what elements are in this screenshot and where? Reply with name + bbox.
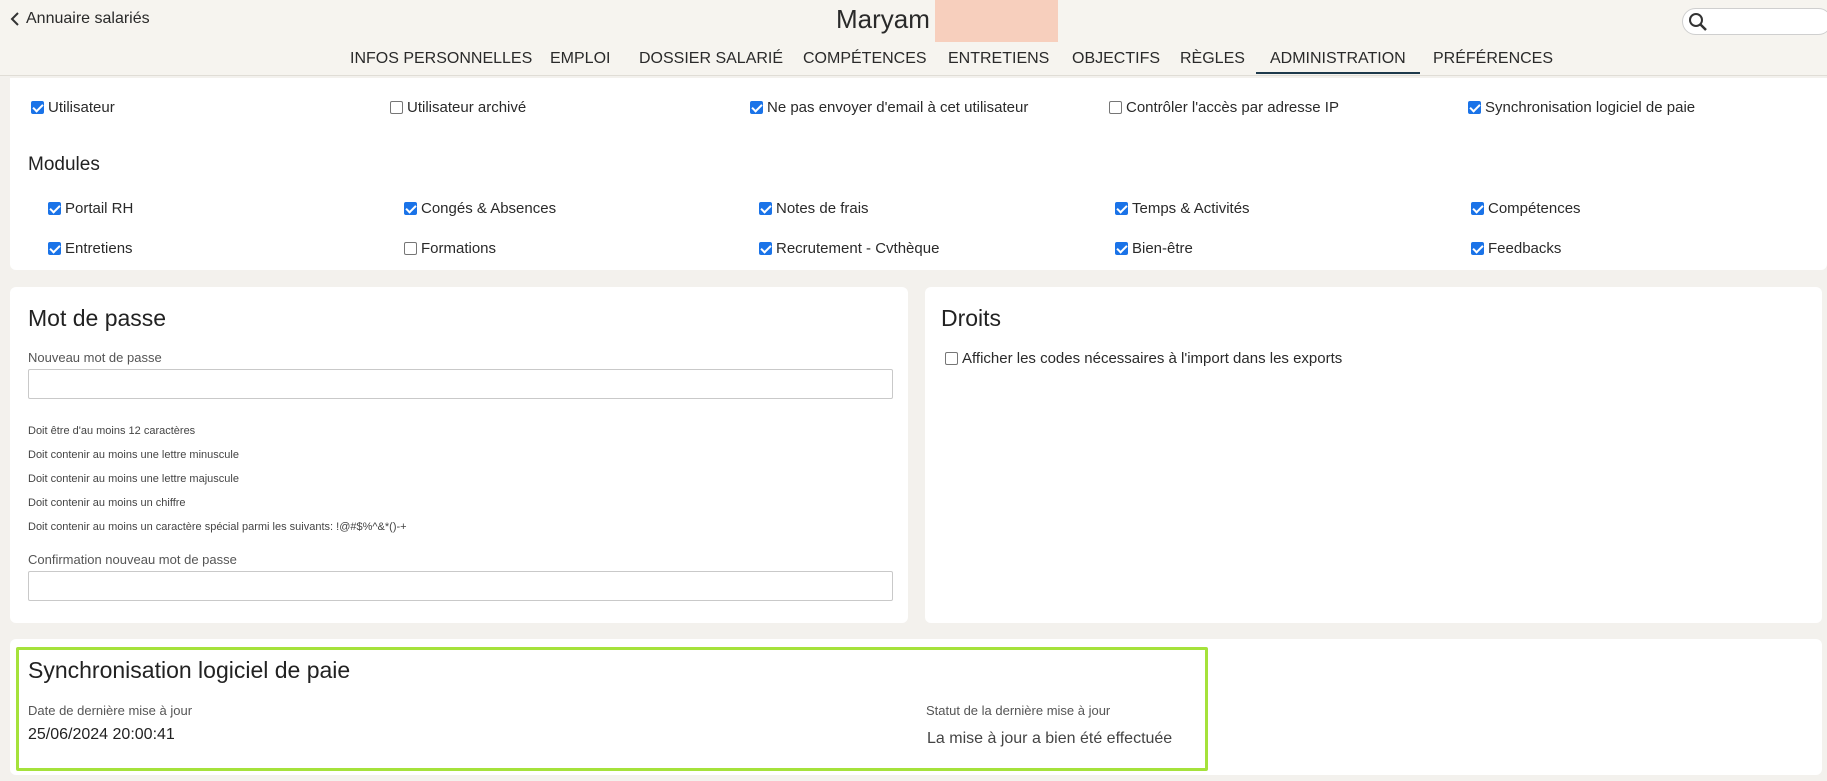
last-update-status-label: Statut de la dernière mise à jour: [926, 703, 1111, 718]
confirm-password-label: Confirmation nouveau mot de passe: [28, 552, 237, 567]
checkbox-no-email[interactable]: Ne pas envoyer d'email à cet utilisateur: [750, 99, 1028, 116]
checkbox-box[interactable]: [390, 101, 403, 114]
module-portail-rh[interactable]: Portail RH: [48, 200, 133, 217]
tab-dossier-salarie[interactable]: DOSSIER SALARIÉ: [639, 50, 783, 72]
module-entretiens[interactable]: Entretiens: [48, 240, 133, 257]
checkbox-utilisateur-archive[interactable]: Utilisateur archivé: [390, 99, 526, 116]
module-bien-etre[interactable]: Bien-être: [1115, 240, 1193, 257]
checkbox-box[interactable]: [404, 202, 417, 215]
module-formations[interactable]: Formations: [404, 240, 496, 257]
tab-emploi[interactable]: EMPLOI: [550, 50, 610, 72]
checkbox-payroll-sync[interactable]: Synchronisation logiciel de paie: [1468, 99, 1695, 116]
checkbox-box[interactable]: [404, 242, 417, 255]
tab-objectifs[interactable]: OBJECTIFS: [1072, 50, 1160, 72]
password-rule: Doit contenir au moins une lettre majusc…: [28, 473, 239, 485]
checkbox-box[interactable]: [1468, 101, 1481, 114]
tab-preferences[interactable]: PRÉFÉRENCES: [1433, 50, 1553, 72]
top-bar: Annuaire salariés Maryam INFOS PERSONNEL…: [0, 0, 1827, 76]
checkbox-box[interactable]: [759, 202, 772, 215]
last-update-date-value: 25/06/2024 20:00:41: [28, 726, 175, 743]
checkbox-box[interactable]: [1109, 101, 1122, 114]
checkbox-import-codes[interactable]: Afficher les codes nécessaires à l'impor…: [945, 350, 1342, 367]
password-rule: Doit contenir au moins une lettre minusc…: [28, 449, 239, 461]
password-rule: Doit être d'au moins 12 caractères: [28, 425, 196, 437]
checkbox-box[interactable]: [945, 352, 958, 365]
checkbox-box[interactable]: [750, 101, 763, 114]
back-link-label: Annuaire salariés: [26, 10, 150, 27]
employee-name: Maryam: [836, 4, 930, 34]
payroll-sync-title: Synchronisation logiciel de paie: [28, 657, 351, 683]
chevron-left-icon: [10, 12, 19, 26]
module-conges-absences[interactable]: Congés & Absences: [404, 200, 556, 217]
rights-title: Droits: [941, 305, 1002, 331]
last-update-date-label: Date de dernière mise à jour: [28, 703, 193, 718]
module-notes-de-frais[interactable]: Notes de frais: [759, 200, 869, 217]
tab-infos-personnelles[interactable]: INFOS PERSONNELLES: [350, 50, 532, 72]
last-update-status-value: La mise à jour a bien été effectuée: [927, 730, 1173, 747]
rights-panel: [925, 287, 1822, 623]
checkbox-box[interactable]: [1115, 242, 1128, 255]
new-password-input[interactable]: [28, 369, 893, 399]
tab-entretiens[interactable]: ENTRETIENS: [948, 50, 1049, 72]
module-competences[interactable]: Compétences: [1471, 200, 1581, 217]
tab-competences[interactable]: COMPÉTENCES: [803, 50, 927, 72]
checkbox-utilisateur[interactable]: Utilisateur: [31, 99, 115, 116]
password-rule: Doit contenir au moins un chiffre: [28, 497, 186, 509]
checkbox-box[interactable]: [48, 242, 61, 255]
confirm-password-input[interactable]: [28, 571, 893, 601]
checkbox-box[interactable]: [1471, 242, 1484, 255]
module-temps-activites[interactable]: Temps & Activités: [1115, 200, 1250, 217]
tab-regles[interactable]: RÈGLES: [1180, 50, 1245, 72]
checkbox-box[interactable]: [48, 202, 61, 215]
checkbox-ip-control[interactable]: Contrôler l'accès par adresse IP: [1109, 99, 1339, 116]
redacted-surname: [935, 0, 1058, 42]
modules-title: Modules: [28, 154, 100, 175]
checkbox-box[interactable]: [1471, 202, 1484, 215]
module-feedbacks[interactable]: Feedbacks: [1471, 240, 1561, 257]
password-title: Mot de passe: [28, 305, 167, 331]
checkbox-box[interactable]: [759, 242, 772, 255]
search-icon: [1689, 13, 1707, 31]
search-input[interactable]: [1682, 8, 1827, 35]
new-password-label: Nouveau mot de passe: [28, 350, 162, 365]
module-recrutement[interactable]: Recrutement - Cvthèque: [759, 240, 939, 257]
password-rule: Doit contenir au moins un caractère spéc…: [28, 521, 407, 533]
tab-administration[interactable]: ADMINISTRATION: [1256, 50, 1420, 74]
checkbox-box[interactable]: [31, 101, 44, 114]
back-link[interactable]: Annuaire salariés: [10, 10, 150, 28]
checkbox-box[interactable]: [1115, 202, 1128, 215]
